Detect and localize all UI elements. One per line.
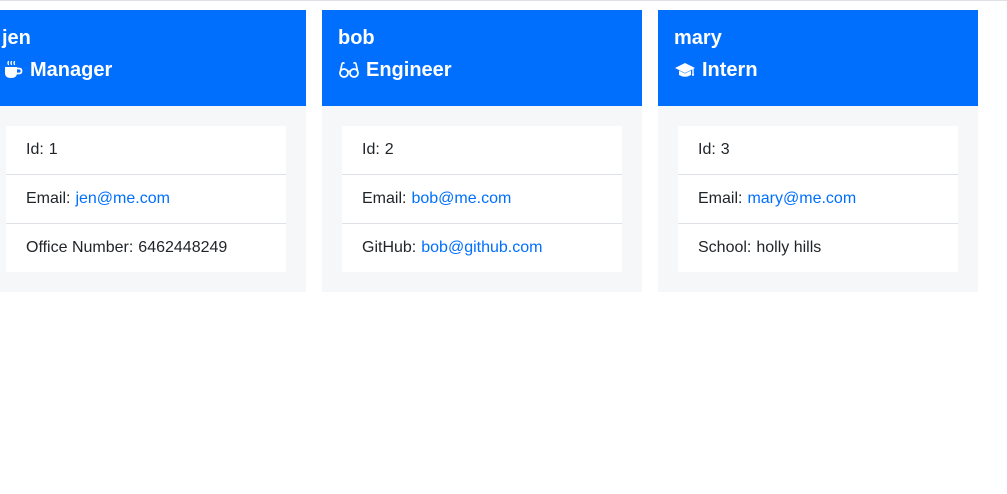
employee-role-label: Engineer xyxy=(366,58,452,81)
email-label: Email: xyxy=(698,190,743,207)
employee-role-label: Intern xyxy=(702,58,758,81)
employee-name: bob xyxy=(338,27,375,49)
id-value: 2 xyxy=(384,141,394,158)
github-label: GitHub: xyxy=(362,239,417,256)
school-value: holly hills xyxy=(756,239,822,256)
email-row: Email: mary@me.com xyxy=(678,174,958,223)
employee-info-list: Id: 3 Email: mary@me.com School: holly h… xyxy=(678,126,958,272)
office-number-label: Office Number: xyxy=(26,239,134,256)
email-link[interactable]: bob@me.com xyxy=(411,190,511,208)
card-header: mary Intern xyxy=(658,10,978,106)
graduation-cap-icon xyxy=(674,59,696,81)
email-link[interactable]: jen@me.com xyxy=(75,190,170,208)
id-label: Id: xyxy=(362,141,380,158)
id-row: Id: 2 xyxy=(342,126,622,174)
email-label: Email: xyxy=(26,190,71,207)
employee-info-list: Id: 2 Email: bob@me.com GitHub: bob@gith… xyxy=(342,126,622,272)
employee-name: jen xyxy=(2,27,31,49)
employee-card-intern: mary Intern Id: 3 Email: mary@me.com Sch… xyxy=(658,10,978,292)
glasses-icon xyxy=(338,59,360,81)
employee-role: Manager xyxy=(2,58,112,82)
top-divider xyxy=(0,0,1007,1)
id-row: Id: 3 xyxy=(678,126,958,174)
email-label: Email: xyxy=(362,190,407,207)
school-label: School: xyxy=(698,239,752,256)
school-row: School: holly hills xyxy=(678,223,958,272)
mug-icon xyxy=(2,59,24,81)
employee-name: mary xyxy=(674,27,722,49)
employee-role-label: Manager xyxy=(30,58,113,81)
id-row: Id: 1 xyxy=(6,126,286,174)
id-label: Id: xyxy=(698,141,716,158)
card-header: bob Engineer xyxy=(322,10,642,106)
office-number-value: 6462448249 xyxy=(138,239,228,256)
id-label: Id: xyxy=(26,141,44,158)
email-link[interactable]: mary@me.com xyxy=(747,190,856,208)
github-row: GitHub: bob@github.com xyxy=(342,223,622,272)
github-link[interactable]: bob@github.com xyxy=(421,239,542,257)
email-row: Email: jen@me.com xyxy=(6,174,286,223)
card-header: jen Manager xyxy=(0,10,306,106)
id-value: 1 xyxy=(48,141,58,158)
email-row: Email: bob@me.com xyxy=(342,174,622,223)
employee-role: Engineer xyxy=(338,58,452,82)
employee-role: Intern xyxy=(674,58,758,82)
employee-card-manager: jen Manager Id: 1 Email: jen@me.com Offi… xyxy=(0,10,306,292)
employee-info-list: Id: 1 Email: jen@me.com Office Number: 6… xyxy=(6,126,286,272)
employee-card-engineer: bob Engineer Id: 2 Email: bob@me.com Git… xyxy=(322,10,642,292)
office-number-row: Office Number: 6462448249 xyxy=(6,223,286,272)
id-value: 3 xyxy=(720,141,730,158)
